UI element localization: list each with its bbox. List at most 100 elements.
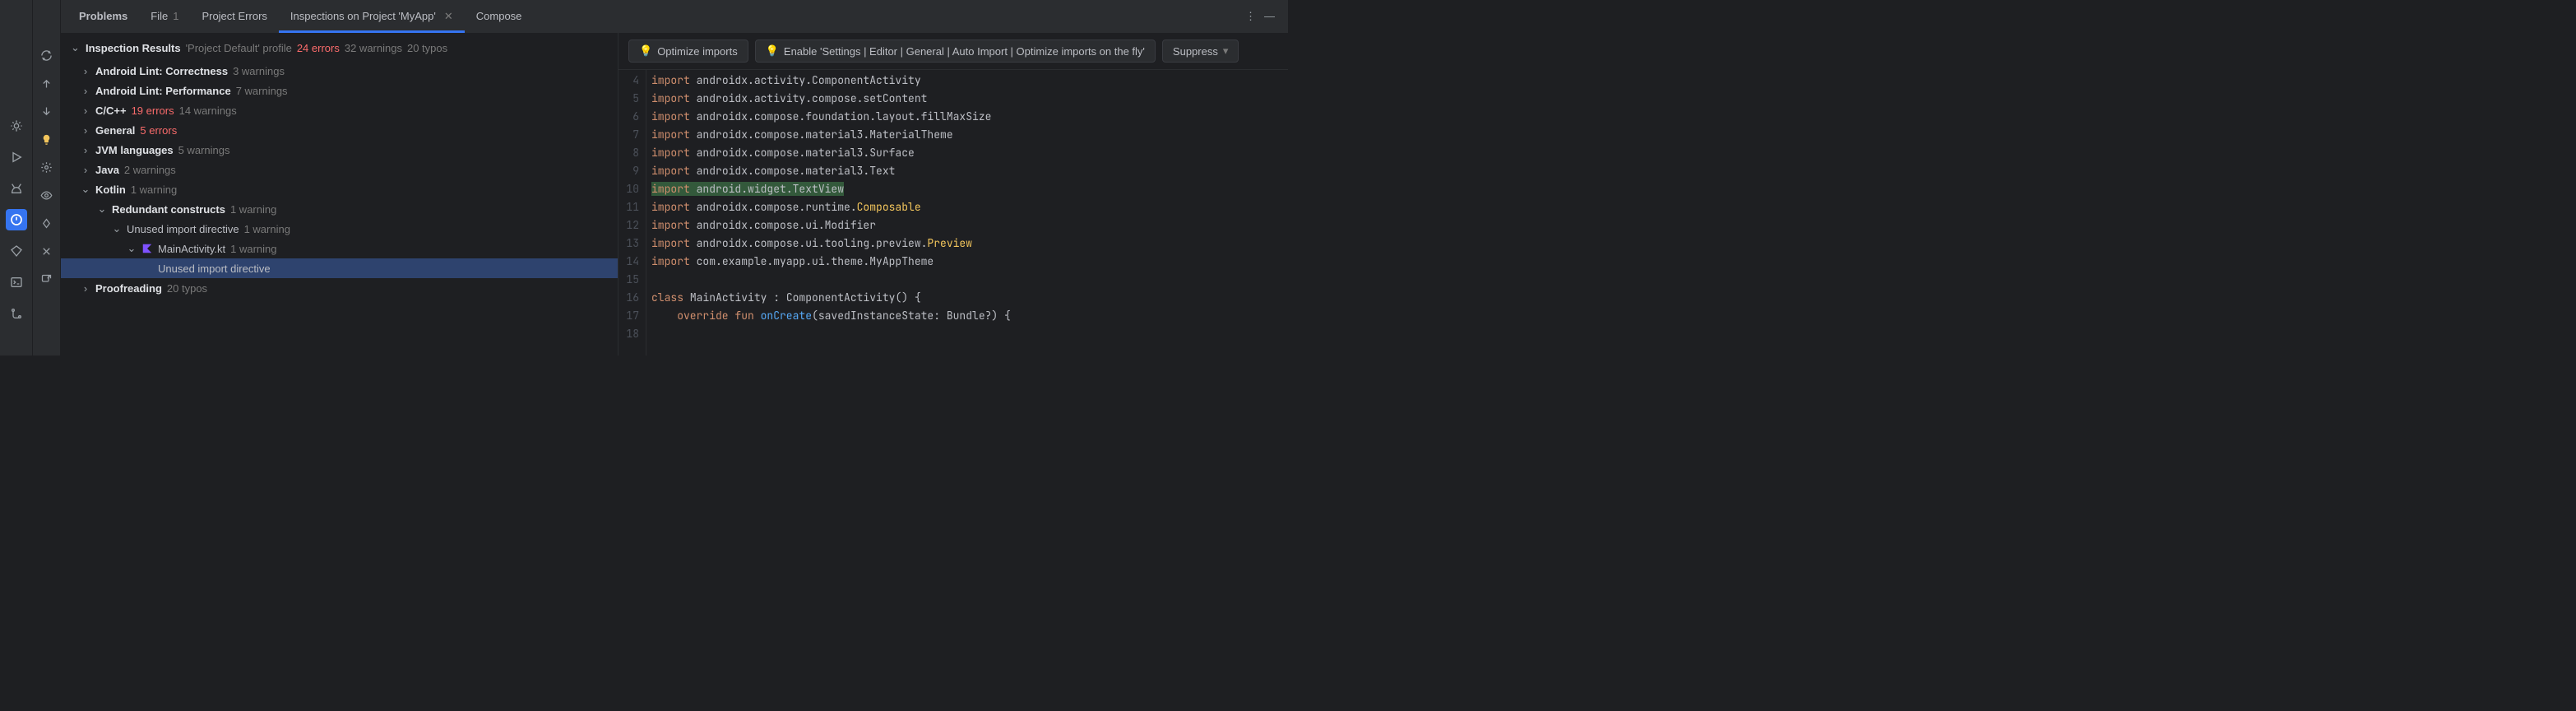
tab-count: 1 bbox=[173, 10, 178, 22]
tab-compose[interactable]: Compose bbox=[465, 0, 534, 33]
tree-row[interactable]: ⌄Kotlin 1 warning bbox=[61, 179, 618, 199]
tree-row[interactable]: › General 5 errors bbox=[61, 120, 618, 140]
chevron-icon: › bbox=[81, 164, 90, 176]
tree-row[interactable]: ›Android Lint: Performance 7 warnings bbox=[61, 81, 618, 100]
code-lines[interactable]: import androidx.activity.ComponentActivi… bbox=[646, 70, 1288, 356]
code-line: import androidx.compose.runtime.Composab… bbox=[651, 198, 1288, 216]
arrow-down-icon[interactable] bbox=[37, 101, 57, 121]
chevron-icon: › bbox=[81, 124, 90, 137]
inspection-results-title: Inspection Results bbox=[86, 42, 181, 54]
error-count: 24 errors bbox=[297, 42, 340, 54]
tree-label: Java bbox=[95, 164, 119, 176]
tree-label: General bbox=[95, 124, 135, 137]
warning-count: 5 warnings bbox=[178, 144, 230, 156]
code-line: import androidx.compose.ui.Modifier bbox=[651, 216, 1288, 235]
tree-row[interactable]: ⌄Unused import directive 1 warning bbox=[61, 219, 618, 239]
tab-label: Compose bbox=[476, 10, 522, 22]
enable-auto-import-button[interactable]: 💡 Enable 'Settings | Editor | General | A… bbox=[755, 40, 1156, 63]
x-icon[interactable] bbox=[37, 241, 57, 261]
tree-label: Unused import directive bbox=[158, 263, 271, 275]
export-icon[interactable] bbox=[37, 269, 57, 289]
tree-row[interactable]: ›Java 2 warnings bbox=[61, 160, 618, 179]
tab-inspections[interactable]: Inspections on Project 'MyApp' ✕ bbox=[279, 0, 465, 33]
tree-row[interactable]: ›Proofreading 20 typos bbox=[61, 278, 618, 298]
kotlin-file-icon bbox=[141, 243, 153, 254]
warning-count: 1 warning bbox=[131, 184, 177, 196]
warning-count: 20 typos bbox=[167, 282, 207, 295]
bulb-icon: 💡 bbox=[639, 44, 652, 58]
tree-label: C/C++ bbox=[95, 105, 127, 117]
chevron-icon: › bbox=[81, 282, 90, 295]
code-line: import androidx.compose.material3.Materi… bbox=[651, 126, 1288, 144]
problems-icon[interactable] bbox=[6, 209, 27, 230]
tab-problems[interactable]: Problems bbox=[67, 0, 139, 33]
editor-toolbar: 💡Optimize imports 💡 Enable 'Settings | Ed… bbox=[619, 33, 1288, 70]
warning-count: 32 warnings bbox=[345, 42, 402, 54]
suppress-button[interactable]: Suppress▾ bbox=[1162, 40, 1239, 63]
tab-label: File bbox=[151, 10, 168, 22]
optimize-imports-button[interactable]: 💡Optimize imports bbox=[628, 40, 748, 63]
gutter: 456789101112131415161718 bbox=[619, 70, 646, 356]
terminal-icon[interactable] bbox=[6, 272, 27, 293]
tree-row[interactable]: ›JVM languages 5 warnings bbox=[61, 140, 618, 160]
code-line: import androidx.activity.compose.setCont… bbox=[651, 90, 1288, 108]
chevron-down-icon: ⌄ bbox=[71, 41, 81, 54]
tree-label: Kotlin bbox=[95, 184, 126, 196]
profile-label: 'Project Default' profile bbox=[186, 42, 292, 54]
warning-count: 1 warning bbox=[230, 243, 276, 255]
editor-panel: 💡Optimize imports 💡 Enable 'Settings | Ed… bbox=[619, 33, 1288, 356]
warning-count: 1 warning bbox=[230, 203, 276, 216]
inspection-tree: ⌄ Inspection Results 'Project Default' p… bbox=[61, 33, 619, 356]
typo-count: 20 typos bbox=[407, 42, 447, 54]
tree-row[interactable]: ›C/C++ 19 errors 14 warnings bbox=[61, 100, 618, 120]
code-line: override fun onCreate(savedInstanceState… bbox=[651, 307, 1288, 325]
tab-label: Project Errors bbox=[202, 10, 266, 22]
warning-count: 14 warnings bbox=[179, 105, 237, 117]
tab-file[interactable]: File 1 bbox=[139, 0, 190, 33]
tree-row[interactable]: Unused import directive bbox=[61, 258, 618, 278]
left-tool-rail bbox=[0, 0, 33, 356]
tree-label: MainActivity.kt bbox=[158, 243, 225, 255]
code-line: import com.example.myapp.ui.theme.MyAppT… bbox=[651, 253, 1288, 271]
main-panel: Problems File 1 Project Errors Inspectio… bbox=[61, 0, 1288, 356]
tab-label: Problems bbox=[79, 10, 127, 22]
diamond-icon[interactable] bbox=[6, 240, 27, 262]
eye-icon[interactable] bbox=[37, 185, 57, 205]
code-view: 456789101112131415161718 import androidx… bbox=[619, 70, 1288, 356]
minimize-icon[interactable]: — bbox=[1264, 10, 1275, 23]
button-label: Enable 'Settings | Editor | General | Au… bbox=[784, 45, 1145, 58]
diamond-chevron-icon[interactable] bbox=[37, 213, 57, 233]
arrow-up-icon[interactable] bbox=[37, 73, 57, 93]
bug-icon[interactable] bbox=[6, 115, 27, 137]
cat-icon[interactable] bbox=[6, 178, 27, 199]
tree-row[interactable]: ›Android Lint: Correctness 3 warnings bbox=[61, 61, 618, 81]
more-icon[interactable]: ⋮ bbox=[1245, 10, 1256, 23]
code-line: import androidx.activity.ComponentActivi… bbox=[651, 72, 1288, 90]
chevron-icon: ⌄ bbox=[127, 242, 137, 255]
run-icon[interactable] bbox=[6, 146, 27, 168]
settings-icon[interactable] bbox=[37, 157, 57, 177]
tab-project-errors[interactable]: Project Errors bbox=[190, 0, 278, 33]
code-line: import android.widget.TextView bbox=[651, 180, 1288, 198]
vcs-icon[interactable] bbox=[6, 303, 27, 324]
code-line: import androidx.compose.material3.Text bbox=[651, 162, 1288, 180]
code-line: import androidx.compose.material3.Surfac… bbox=[651, 144, 1288, 162]
warning-count: 3 warnings bbox=[233, 65, 285, 77]
bulb-icon: 💡 bbox=[766, 44, 779, 58]
tree-row[interactable]: ⌄ MainActivity.kt 1 warning bbox=[61, 239, 618, 258]
chevron-icon: › bbox=[81, 85, 90, 97]
refresh-icon[interactable] bbox=[37, 45, 57, 65]
error-count: 19 errors bbox=[132, 105, 174, 117]
intention-bulb-icon[interactable] bbox=[37, 129, 57, 149]
close-icon[interactable]: ✕ bbox=[444, 10, 453, 23]
tab-label: Inspections on Project 'MyApp' bbox=[290, 10, 436, 22]
tree-label: Redundant constructs bbox=[112, 203, 225, 216]
code-line bbox=[651, 271, 1288, 289]
tree-row[interactable]: ⌄Redundant constructs 1 warning bbox=[61, 199, 618, 219]
tree-header[interactable]: ⌄ Inspection Results 'Project Default' p… bbox=[61, 38, 618, 61]
tree-label: JVM languages bbox=[95, 144, 174, 156]
error-count: 5 errors bbox=[140, 124, 177, 137]
code-line bbox=[651, 325, 1288, 343]
chevron-icon: ⌄ bbox=[112, 222, 122, 235]
panel-tool-rail bbox=[33, 0, 61, 356]
